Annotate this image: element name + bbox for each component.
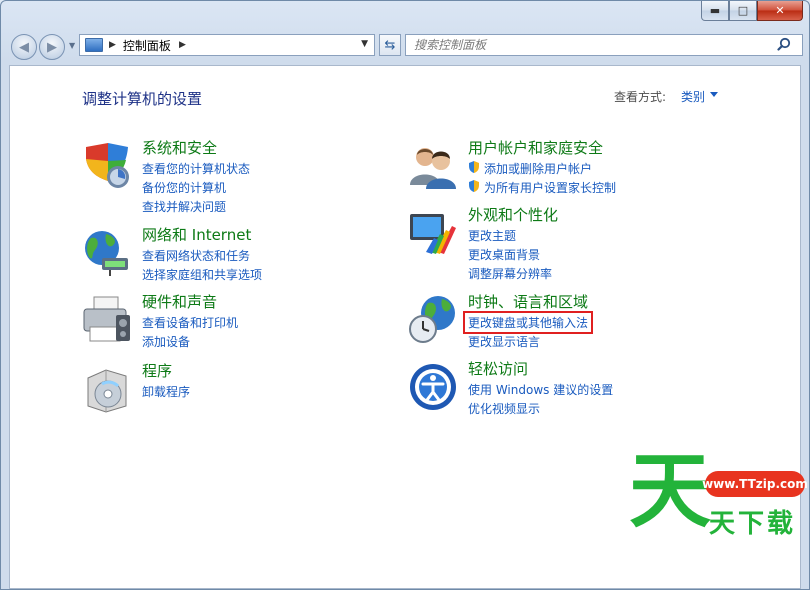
users-icon[interactable] — [408, 141, 458, 191]
link-troubleshoot[interactable]: 查找并解决问题 — [142, 198, 226, 215]
category-title[interactable]: 用户帐户和家庭安全 — [468, 137, 603, 158]
search-input[interactable] — [405, 34, 803, 56]
printer-icon[interactable] — [82, 295, 132, 345]
appearance-monitor-icon[interactable] — [408, 208, 458, 258]
link-label[interactable]: 为所有用户设置家长控制 — [484, 181, 616, 195]
network-globe-icon[interactable] — [82, 228, 132, 278]
link-label[interactable]: 添加或删除用户帐户 — [484, 162, 592, 176]
link-network-status[interactable]: 查看网络状态和任务 — [142, 247, 250, 264]
forward-arrow-icon: ▶ — [47, 39, 57, 55]
category-title[interactable]: 硬件和声音 — [142, 291, 217, 312]
search-icon[interactable] — [777, 37, 791, 51]
forward-button[interactable]: ▶ — [39, 34, 65, 60]
link-screen-resolution[interactable]: 调整屏幕分辨率 — [468, 265, 552, 282]
clock-globe-icon[interactable] — [408, 295, 458, 345]
breadcrumb-chevron-icon[interactable]: ▶ — [109, 40, 116, 50]
link-change-keyboard-input[interactable]: 更改键盘或其他输入法 — [462, 311, 594, 334]
minimize-button[interactable]: ▬ — [701, 1, 729, 21]
link-parental-controls[interactable]: 为所有用户设置家长控制 — [468, 179, 616, 196]
control-panel-icon — [85, 38, 103, 52]
recent-pages-dropdown[interactable]: ▼ — [69, 41, 75, 50]
uac-shield-icon — [469, 161, 479, 173]
page-title: 调整计算机的设置 — [82, 90, 203, 108]
close-button[interactable]: ✕ — [757, 1, 803, 21]
category-title[interactable]: 外观和个性化 — [468, 204, 558, 225]
watermark-text: 天下载 — [709, 509, 797, 539]
link-change-display-language[interactable]: 更改显示语言 — [468, 333, 540, 350]
link-change-theme[interactable]: 更改主题 — [468, 227, 516, 244]
back-button[interactable]: ◀ — [11, 34, 37, 60]
link-backup-computer[interactable]: 备份您的计算机 — [142, 179, 226, 196]
uac-shield-icon — [469, 180, 479, 192]
link-desktop-background[interactable]: 更改桌面背景 — [468, 246, 540, 263]
address-dropdown-icon[interactable]: ▼ — [361, 39, 368, 49]
maximize-button[interactable]: □ — [729, 1, 757, 21]
breadcrumb-chevron-icon[interactable]: ▶ — [179, 40, 186, 50]
caption-buttons: ▬ □ ✕ — [701, 1, 803, 21]
view-by-dropdown[interactable]: 类别 — [681, 88, 705, 105]
link-windows-recommended-settings[interactable]: 使用 Windows 建议的设置 — [468, 381, 613, 398]
view-by-label: 查看方式: — [614, 90, 667, 104]
view-by-caret-icon[interactable] — [710, 92, 718, 97]
back-arrow-icon: ◀ — [19, 39, 29, 55]
address-bar[interactable]: ▶ 控制面板 ▶ ▼ — [79, 34, 375, 56]
shield-icon[interactable] — [82, 141, 132, 191]
link-add-device[interactable]: 添加设备 — [142, 333, 190, 350]
link-optimize-visual-display[interactable]: 优化视频显示 — [468, 400, 540, 417]
programs-box-icon[interactable] — [82, 364, 132, 414]
watermark-url-badge: www.TTzip.com — [702, 471, 808, 497]
breadcrumb-control-panel[interactable]: 控制面板 — [123, 37, 171, 54]
link-homegroup-sharing[interactable]: 选择家庭组和共享选项 — [142, 266, 262, 283]
navigation-bar: ◀ ▶ ▼ ▶ 控制面板 ▶ ▼ ⇆ — [9, 32, 803, 60]
category-title[interactable]: 轻松访问 — [468, 358, 528, 379]
watermark-logo-char: 天 — [629, 444, 712, 539]
site-watermark: 天 www.TTzip.com 天下载 — [629, 444, 808, 583]
refresh-button[interactable]: ⇆ — [379, 34, 401, 56]
link-devices-printers[interactable]: 查看设备和打印机 — [142, 314, 238, 331]
refresh-icon: ⇆ — [384, 37, 396, 53]
control-panel-window: ▬ □ ✕ ◀ ▶ ▼ ▶ 控制面板 ▶ ▼ ⇆ 调整计算机的设置 查看方式: … — [0, 0, 810, 590]
link-view-computer-status[interactable]: 查看您的计算机状态 — [142, 160, 250, 177]
category-title[interactable]: 程序 — [142, 360, 172, 381]
category-title[interactable]: 网络和 Internet — [142, 224, 251, 245]
link-add-remove-accounts[interactable]: 添加或删除用户帐户 — [468, 160, 592, 177]
category-title[interactable]: 时钟、语言和区域 — [468, 291, 588, 312]
link-uninstall-program[interactable]: 卸载程序 — [142, 383, 190, 400]
category-title[interactable]: 系统和安全 — [142, 137, 217, 158]
ease-of-access-icon[interactable] — [408, 362, 458, 412]
